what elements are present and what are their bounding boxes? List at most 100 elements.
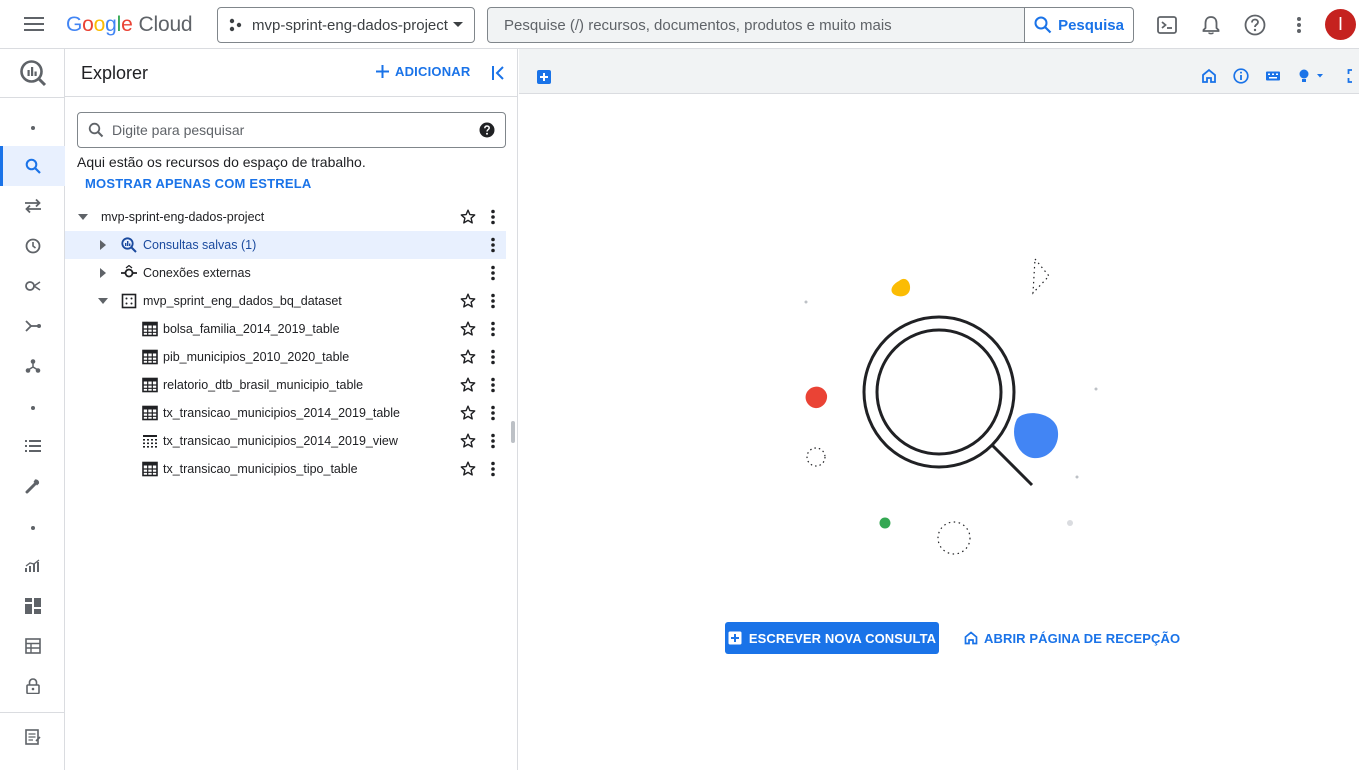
- star-icon[interactable]: [460, 377, 476, 393]
- tree-row-label: relatorio_dtb_brasil_municipio_table: [163, 378, 364, 392]
- home-icon[interactable]: [1201, 68, 1217, 84]
- rail-search-icon[interactable]: [0, 146, 65, 186]
- caret-right-icon[interactable]: [97, 239, 109, 251]
- more-vert-icon[interactable]: [489, 293, 497, 309]
- tree-row[interactable]: tx_transicao_municipios_2014_2019_table: [65, 399, 506, 427]
- plus-icon: [376, 65, 389, 78]
- monitoring-icon[interactable]: [0, 546, 65, 586]
- more-vert-icon[interactable]: [489, 405, 497, 421]
- star-icon[interactable]: [460, 293, 476, 309]
- tree-row[interactable]: bolsa_familia_2014_2019_table: [65, 315, 506, 343]
- new-tab-icon[interactable]: [537, 70, 551, 84]
- star-icon[interactable]: [460, 405, 476, 421]
- more-vert-icon[interactable]: [489, 321, 497, 337]
- lock-icon[interactable]: [0, 666, 65, 706]
- open-welcome-page-button[interactable]: ABRIR PÁGINA DE RECEPÇÃO: [964, 622, 1180, 654]
- table-icon: [142, 461, 158, 477]
- tree-row-label: mvp_sprint_eng_dados_bq_dataset: [143, 294, 342, 308]
- transfers-icon[interactable]: [0, 186, 65, 226]
- scheduled-queries-icon[interactable]: [0, 226, 65, 266]
- help-icon[interactable]: [479, 122, 495, 138]
- star-icon[interactable]: [460, 461, 476, 477]
- jobs-icon[interactable]: [0, 426, 65, 466]
- dropdown-icon: [452, 21, 464, 29]
- google-cloud-logo[interactable]: Google Cloud: [66, 12, 193, 38]
- pipelines-icon[interactable]: [0, 346, 65, 386]
- more-vert-icon[interactable]: [489, 377, 497, 393]
- main-toolbar: [519, 49, 1359, 94]
- tree-row[interactable]: tx_transicao_municipios_2014_2019_view: [65, 427, 506, 455]
- caret-down-icon[interactable]: [97, 295, 109, 307]
- open-welcome-label: ABRIR PÁGINA DE RECEPÇÃO: [984, 630, 1181, 646]
- tree-row[interactable]: pib_municipios_2010_2020_table: [65, 343, 506, 371]
- star-icon[interactable]: [460, 321, 476, 337]
- connection-icon: [121, 265, 137, 281]
- lightbulb-icon[interactable]: [1297, 68, 1327, 84]
- add-button[interactable]: ADICIONAR: [376, 64, 470, 79]
- add-button-label: ADICIONAR: [395, 64, 471, 79]
- settings-wrench-icon[interactable]: [0, 466, 65, 506]
- table-icon: [142, 349, 158, 365]
- table-explorer-icon[interactable]: [0, 626, 65, 666]
- explorer-panel: Explorer ADICIONAR Aqui estão os recurso…: [65, 49, 518, 770]
- star-icon[interactable]: [460, 433, 476, 449]
- more-vert-icon[interactable]: [489, 461, 497, 477]
- notifications-icon[interactable]: [1198, 12, 1224, 38]
- help-icon[interactable]: [1242, 12, 1268, 38]
- explorer-description: Aqui estão os recursos do espaço de trab…: [77, 154, 366, 170]
- left-rail: [0, 49, 65, 770]
- bigquery-logo-icon[interactable]: [0, 53, 65, 93]
- table-icon: [142, 321, 158, 337]
- release-notes-icon[interactable]: [0, 717, 65, 757]
- menu-icon[interactable]: [14, 12, 54, 36]
- more-vert-icon[interactable]: [489, 209, 497, 225]
- more-vert-icon[interactable]: [489, 237, 497, 253]
- tree-row[interactable]: relatorio_dtb_brasil_municipio_table: [65, 371, 506, 399]
- tree-row[interactable]: mvp-sprint-eng-dados-project: [65, 203, 506, 231]
- tree-row-label: bolsa_familia_2014_2019_table: [163, 322, 340, 336]
- tree-row-label: Consultas salvas (1): [143, 238, 257, 252]
- tree-row-label: tx_transicao_municipios_2014_2019_table: [163, 406, 400, 420]
- more-vert-icon[interactable]: [1286, 12, 1312, 38]
- panel-resize-handle[interactable]: [511, 421, 515, 443]
- more-vert-icon[interactable]: [489, 349, 497, 365]
- collapse-panel-icon[interactable]: [489, 63, 509, 83]
- caret-down-icon[interactable]: [77, 211, 89, 223]
- fullscreen-icon[interactable]: [1347, 68, 1359, 84]
- global-search: Pesquisa: [487, 7, 1134, 43]
- star-icon[interactable]: [460, 349, 476, 365]
- more-vert-icon[interactable]: [489, 265, 497, 281]
- home-icon: [964, 631, 978, 645]
- project-picker[interactable]: mvp-sprint-eng-dados-project: [217, 7, 475, 43]
- explorer-search: [77, 112, 506, 148]
- search-button-label: Pesquisa: [1058, 16, 1124, 34]
- star-icon[interactable]: [460, 209, 476, 225]
- tree-row[interactable]: Conexões externas: [65, 259, 506, 287]
- info-icon[interactable]: [1233, 68, 1249, 84]
- more-vert-icon[interactable]: [489, 433, 497, 449]
- tree-row[interactable]: mvp_sprint_eng_dados_bq_dataset: [65, 287, 506, 315]
- explorer-search-input[interactable]: [112, 122, 479, 138]
- table-icon: [142, 377, 158, 393]
- capacity-icon[interactable]: [0, 586, 65, 626]
- tree-row-label: tx_transicao_municipios_2014_2019_view: [163, 434, 398, 448]
- keyboard-icon[interactable]: [1265, 68, 1281, 84]
- tree-row[interactable]: Consultas salvas (1): [65, 231, 506, 259]
- show-starred-link[interactable]: MOSTRAR APENAS COM ESTRELA: [85, 176, 311, 191]
- cloud-shell-icon[interactable]: [1154, 12, 1180, 38]
- tree-row[interactable]: tx_transicao_municipios_tipo_table: [65, 455, 506, 483]
- avatar[interactable]: I: [1325, 9, 1356, 40]
- search-button[interactable]: Pesquisa: [1024, 8, 1133, 42]
- top-bar: Google Cloud mvp-sprint-eng-dados-projec…: [0, 0, 1359, 49]
- main-area: ESCREVER NOVA CONSULTA ABRIR PÁGINA DE R…: [519, 49, 1359, 770]
- new-query-button[interactable]: ESCREVER NOVA CONSULTA: [725, 622, 939, 654]
- analytics-hub-icon[interactable]: [0, 266, 65, 306]
- rail-dot: [0, 108, 65, 148]
- caret-right-icon[interactable]: [97, 267, 109, 279]
- tree-row-label: mvp-sprint-eng-dados-project: [101, 210, 265, 224]
- add-box-icon: [728, 631, 742, 645]
- global-search-input[interactable]: [488, 8, 1024, 42]
- dataform-icon[interactable]: [0, 306, 65, 346]
- dataset-icon: [121, 293, 137, 309]
- search-icon: [1034, 16, 1052, 34]
